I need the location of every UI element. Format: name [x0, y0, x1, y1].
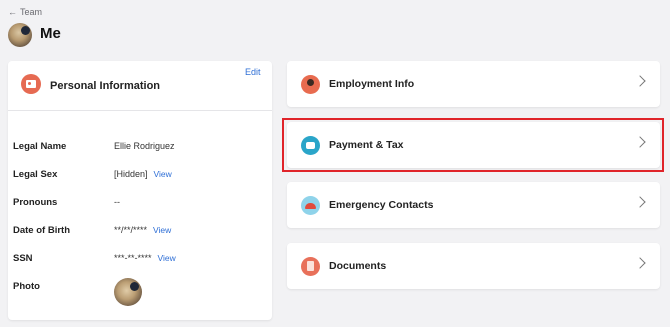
siren-icon: [301, 196, 320, 215]
date-of-birth-label: Date of Birth: [13, 225, 70, 236]
chevron-right-icon: [634, 75, 646, 87]
chevron-right-icon: [634, 257, 646, 269]
personal-info-header: Personal Information: [8, 61, 272, 111]
edit-button[interactable]: Edit: [245, 67, 261, 77]
date-of-birth-view-link[interactable]: View: [153, 225, 171, 235]
ssn-value: ***-**-****: [114, 253, 152, 263]
legal-sex-value: [Hidden]: [114, 169, 148, 179]
legal-name-value: Ellie Rodriguez: [114, 141, 175, 151]
back-to-team-link[interactable]: ← Team: [8, 7, 42, 17]
legal-name-label: Legal Name: [13, 141, 67, 152]
emergency-contacts-label: Emergency Contacts: [329, 199, 434, 211]
personal-info-title: Personal Information: [50, 80, 161, 92]
back-arrow-icon: ←: [8, 7, 17, 17]
avatar: [8, 23, 32, 47]
id-card-icon: [21, 74, 41, 94]
legal-sex-label: Legal Sex: [13, 169, 58, 180]
briefcase-person-icon: [301, 75, 320, 94]
profile-photo[interactable]: [114, 278, 142, 306]
documents-label: Documents: [329, 260, 387, 272]
employment-info-label: Employment Info: [329, 78, 415, 90]
legal-sex-value-wrap: [Hidden] View: [114, 169, 172, 179]
chevron-right-icon: [634, 196, 646, 208]
personal-info-card: Personal Information: [8, 61, 272, 320]
date-of-birth-value: **/**/****: [114, 225, 148, 235]
legal-sex-view-link[interactable]: View: [154, 169, 172, 179]
pronouns-label: Pronouns: [13, 197, 58, 208]
ssn-view-link[interactable]: View: [158, 253, 176, 263]
highlight-box: [282, 118, 664, 172]
emergency-contacts-card[interactable]: Emergency Contacts: [287, 182, 660, 228]
date-of-birth-value-wrap: **/**/**** View: [114, 225, 171, 235]
ssn-label: SSN: [13, 253, 33, 264]
photo-label: Photo: [13, 281, 40, 292]
back-label: Team: [20, 7, 43, 17]
documents-card[interactable]: Documents: [287, 243, 660, 289]
document-icon: [301, 257, 320, 276]
page-title: Me: [40, 25, 61, 42]
pronouns-value: --: [114, 197, 120, 207]
employment-info-card[interactable]: Employment Info: [287, 61, 660, 107]
ssn-value-wrap: ***-**-**** View: [114, 253, 176, 263]
